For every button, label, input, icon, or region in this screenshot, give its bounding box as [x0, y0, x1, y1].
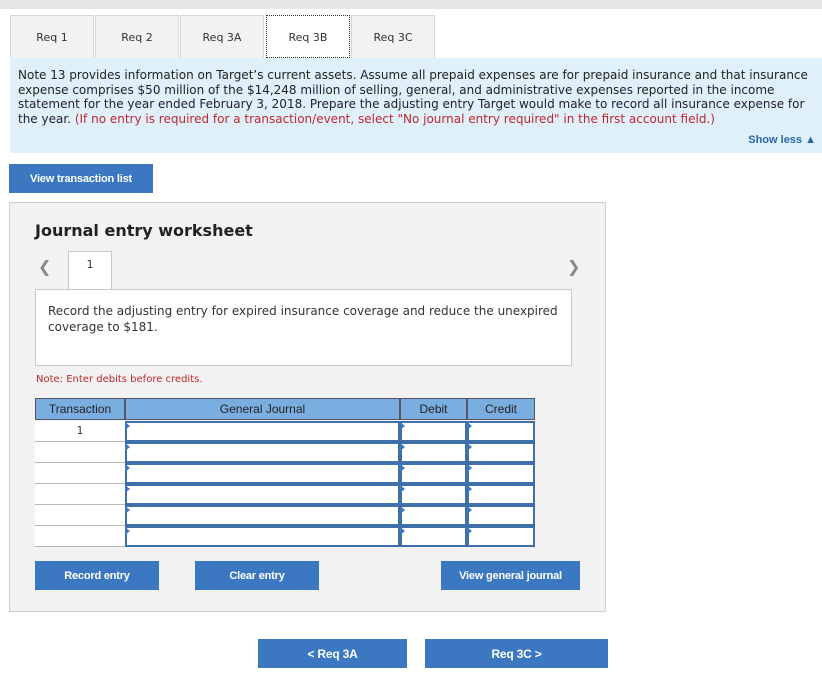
dropdown-marker-icon: [467, 485, 472, 493]
credit-field[interactable]: [467, 442, 535, 463]
tab-req-3c[interactable]: Req 3C: [351, 15, 435, 58]
worksheet-page-tab[interactable]: 1: [68, 251, 112, 289]
dropdown-marker-icon: [125, 527, 130, 535]
dropdown-marker-icon: [125, 506, 130, 514]
view-general-journal-button[interactable]: View general journal: [441, 561, 580, 590]
credit-field[interactable]: [467, 421, 535, 442]
top-strip: [0, 0, 822, 9]
clear-entry-button[interactable]: Clear entry: [195, 561, 319, 590]
account-field[interactable]: [125, 484, 400, 505]
dropdown-marker-icon: [467, 527, 472, 535]
instructions-red-note: (If no entry is required for a transacti…: [74, 111, 715, 126]
debit-field[interactable]: [400, 421, 467, 442]
header-debit: Debit: [400, 398, 467, 420]
dropdown-marker-icon: [125, 422, 130, 430]
debit-field[interactable]: [400, 442, 467, 463]
dropdown-marker-icon: [400, 422, 405, 430]
worksheet-title: Journal entry worksheet: [35, 221, 253, 240]
debit-field[interactable]: [400, 484, 467, 505]
credit-field[interactable]: [467, 463, 535, 484]
dropdown-marker-icon: [125, 464, 130, 472]
transaction-cell: [35, 526, 125, 547]
transaction-cell: [35, 463, 125, 484]
debit-field[interactable]: [400, 526, 467, 547]
tab-req-3a[interactable]: Req 3A: [180, 15, 264, 58]
tab-req-3b[interactable]: Req 3B: [266, 15, 350, 58]
credit-field[interactable]: [467, 505, 535, 526]
header-general-journal: General Journal: [125, 398, 400, 420]
view-transaction-list-button[interactable]: View transaction list: [9, 164, 153, 193]
dropdown-marker-icon: [125, 443, 130, 451]
entry-description: Record the adjusting entry for expired i…: [35, 289, 572, 366]
header-credit: Credit: [467, 398, 535, 420]
chevron-right-icon[interactable]: ❯: [567, 257, 580, 276]
account-field[interactable]: [125, 505, 400, 526]
instructions-panel: Note 13 provides information on Target’s…: [10, 58, 822, 153]
account-field[interactable]: [125, 526, 400, 547]
record-entry-button[interactable]: Record entry: [35, 561, 159, 590]
dropdown-marker-icon: [400, 485, 405, 493]
prev-req-3a-button[interactable]: < Req 3A: [258, 639, 407, 668]
debit-field[interactable]: [400, 505, 467, 526]
tab-req-2[interactable]: Req 2: [95, 15, 179, 58]
transaction-cell: [35, 442, 125, 463]
transaction-cell: [35, 505, 125, 526]
transaction-cell: [35, 484, 125, 505]
next-req-3c-button[interactable]: Req 3C >: [425, 639, 608, 668]
account-field[interactable]: [125, 463, 400, 484]
header-transaction: Transaction: [35, 398, 125, 420]
dropdown-marker-icon: [400, 464, 405, 472]
dropdown-marker-icon: [400, 443, 405, 451]
debit-credit-note: Note: Enter debits before credits.: [36, 374, 203, 385]
show-less-link[interactable]: Show less ▲: [748, 134, 816, 146]
dropdown-marker-icon: [125, 485, 130, 493]
dropdown-marker-icon: [467, 422, 472, 430]
dropdown-marker-icon: [400, 527, 405, 535]
account-field[interactable]: [125, 421, 400, 442]
dropdown-marker-icon: [467, 443, 472, 451]
credit-field[interactable]: [467, 484, 535, 505]
tab-req-1[interactable]: Req 1: [10, 15, 94, 58]
debit-field[interactable]: [400, 463, 467, 484]
account-field[interactable]: [125, 442, 400, 463]
dropdown-marker-icon: [467, 506, 472, 514]
dropdown-marker-icon: [467, 464, 472, 472]
journal-entry-worksheet: Journal entry worksheet ❮ ❯ 1 Record the…: [9, 202, 606, 612]
chevron-left-icon[interactable]: ❮: [38, 257, 51, 276]
transaction-cell: 1: [35, 421, 125, 442]
dropdown-marker-icon: [400, 506, 405, 514]
credit-field[interactable]: [467, 526, 535, 547]
